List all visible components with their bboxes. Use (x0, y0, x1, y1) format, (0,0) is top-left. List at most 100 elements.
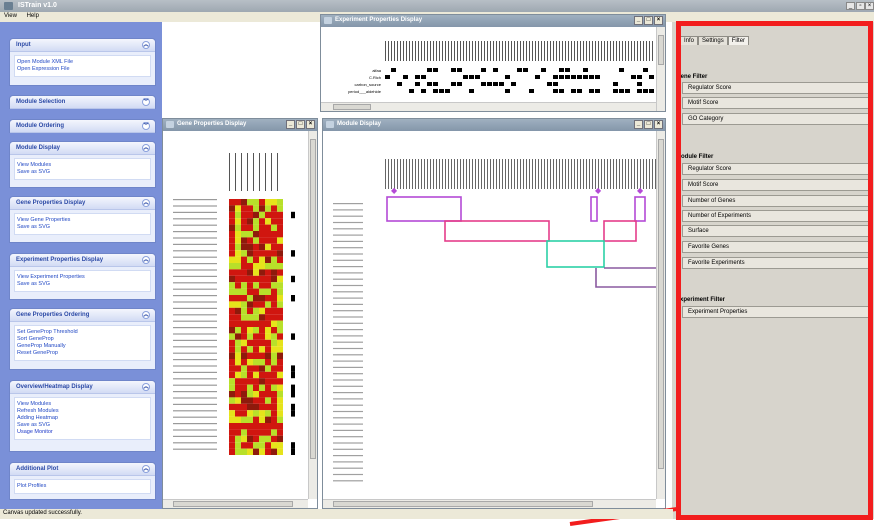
task-view-modules[interactable]: View Modules (17, 162, 148, 169)
module-header-tick (490, 159, 491, 189)
experiment-property-mark (511, 82, 516, 86)
close-icon[interactable]: × (865, 2, 874, 10)
experiment-header-tick (505, 41, 506, 61)
task-usage-monitor[interactable]: Usage Monitor (17, 429, 148, 436)
heatmap-cell (271, 346, 277, 353)
task-adding-heatmap[interactable]: Adding Heatmap (17, 415, 148, 422)
experiment-header-tick (625, 41, 626, 61)
task-sort-geneprop[interactable]: Sort GeneProp (17, 336, 148, 343)
menu-view[interactable]: View (0, 12, 21, 20)
task-set-threshold[interactable]: Set GeneProp Threshold (17, 329, 148, 336)
task-refresh-modules[interactable]: Refresh Modules (17, 408, 148, 415)
menu-help[interactable]: Help (23, 12, 43, 20)
gene-property-mark (291, 295, 295, 302)
minimize-icon[interactable]: _ (286, 120, 295, 129)
task-view-experiment-properties[interactable]: View Experiment Properties (17, 274, 148, 281)
vertical-scrollbar[interactable] (656, 27, 665, 111)
module-header-tick (631, 159, 632, 189)
window-title-bar[interactable]: Experiment Properties Display _ □ × (321, 15, 665, 27)
group-header[interactable]: Experiment Properties Display ︽ (10, 254, 155, 267)
group-header[interactable]: Module Selection ︾ (10, 96, 155, 109)
module-header-tick (436, 159, 437, 189)
group-header[interactable]: Overview/Heatmap Display ︽ (10, 381, 155, 394)
heatmap-cell (235, 403, 241, 411)
heatmap-cell (259, 269, 265, 276)
minimize-icon[interactable]: _ (846, 2, 855, 10)
heatmap-cell (259, 205, 265, 212)
minimize-icon[interactable]: _ (634, 120, 643, 129)
experiment-property-mark (577, 89, 582, 93)
module-header-tick (568, 159, 569, 189)
group-header[interactable]: Module Display ︽ (10, 142, 155, 155)
vertical-scrollbar[interactable] (656, 131, 665, 499)
task-plot-profiles[interactable]: Plot Profiles (17, 483, 148, 490)
heatmap-cell (241, 423, 247, 430)
maximize-icon[interactable]: □ (644, 16, 653, 25)
group-header[interactable]: Gene Properties Ordering ︽ (10, 309, 155, 322)
heatmap-cell (265, 403, 271, 411)
gene-row-label (173, 346, 217, 348)
maximize-icon[interactable]: □ (644, 120, 653, 129)
module-header-tick (514, 159, 515, 189)
group-header[interactable]: Input ︽ (10, 39, 155, 52)
heatmap-cell (247, 346, 253, 353)
heatmap-cell (241, 442, 247, 449)
horizontal-scrollbar[interactable] (321, 102, 656, 111)
module-header-tick (640, 159, 641, 189)
restore-icon[interactable]: ▫ (856, 2, 865, 10)
module-header-tick (421, 159, 422, 189)
window-title-bar[interactable]: Module Display _ □ × (323, 119, 665, 131)
module-gene-label (333, 461, 363, 463)
heatmap-cell (253, 263, 259, 270)
experiment-property-mark (463, 75, 468, 79)
close-icon[interactable]: × (654, 120, 663, 129)
experiment-header-tick (562, 41, 563, 61)
module-gene-label (333, 203, 363, 205)
horizontal-scrollbar[interactable] (323, 499, 656, 508)
task-view-modules[interactable]: View Modules (17, 401, 148, 408)
horizontal-scrollbar[interactable] (163, 499, 308, 508)
chevron-down-icon[interactable]: ︾ (142, 122, 150, 130)
chevron-up-icon[interactable]: ︽ (142, 465, 150, 473)
chevron-up-icon[interactable]: ︽ (142, 256, 150, 264)
chevron-up-icon[interactable]: ︽ (142, 311, 150, 319)
group-header[interactable]: Additional Plot ︽ (10, 463, 155, 476)
heatmap-cell (247, 282, 253, 289)
vertical-scrollbar[interactable] (308, 131, 317, 499)
task-geneprop-manually[interactable]: GeneProp Manually (17, 343, 148, 350)
minimize-icon[interactable]: _ (634, 16, 643, 25)
task-save-svg[interactable]: Save as SVG (17, 224, 148, 231)
task-save-svg[interactable]: Save as SVG (17, 281, 148, 288)
heatmap-cell (271, 256, 277, 263)
task-open-module-xml[interactable]: Open Module XML File (17, 59, 148, 66)
group-header[interactable]: Module Ordering ︾ (10, 120, 155, 133)
module-header-tick (607, 159, 608, 189)
group-header[interactable]: Gene Properties Display ︽ (10, 197, 155, 210)
experiment-property-mark (649, 75, 654, 79)
close-icon[interactable]: × (306, 120, 315, 129)
chevron-up-icon[interactable]: ︽ (142, 144, 150, 152)
task-view-gene-properties[interactable]: View Gene Properties (17, 217, 148, 224)
task-save-svg[interactable]: Save as SVG (17, 169, 148, 176)
close-icon[interactable]: × (654, 16, 663, 25)
heatmap-cell (271, 359, 277, 366)
window-title-bar[interactable]: Gene Properties Display _ □ × (163, 119, 317, 131)
module-header-tick (448, 159, 449, 189)
heatmap-cell (241, 250, 247, 257)
task-open-expression[interactable]: Open Expression File (17, 66, 148, 73)
heatmap-cell (229, 333, 235, 340)
task-save-svg[interactable]: Save as SVG (17, 422, 148, 429)
task-reset-geneprop[interactable]: Reset GeneProp (17, 350, 148, 357)
chevron-up-icon[interactable]: ︽ (142, 383, 150, 391)
module-header-tick (409, 159, 410, 189)
experiment-header-tick (418, 41, 419, 61)
chevron-down-icon[interactable]: ︾ (142, 98, 150, 106)
maximize-icon[interactable]: □ (296, 120, 305, 129)
heatmap-cell (253, 224, 259, 231)
heatmap-cell (229, 378, 235, 385)
chevron-up-icon[interactable]: ︽ (142, 41, 150, 49)
heatmap-cell (229, 429, 235, 436)
heatmap-cell (259, 288, 265, 295)
chevron-up-icon[interactable]: ︽ (142, 199, 150, 207)
module-header-tick (550, 159, 551, 189)
